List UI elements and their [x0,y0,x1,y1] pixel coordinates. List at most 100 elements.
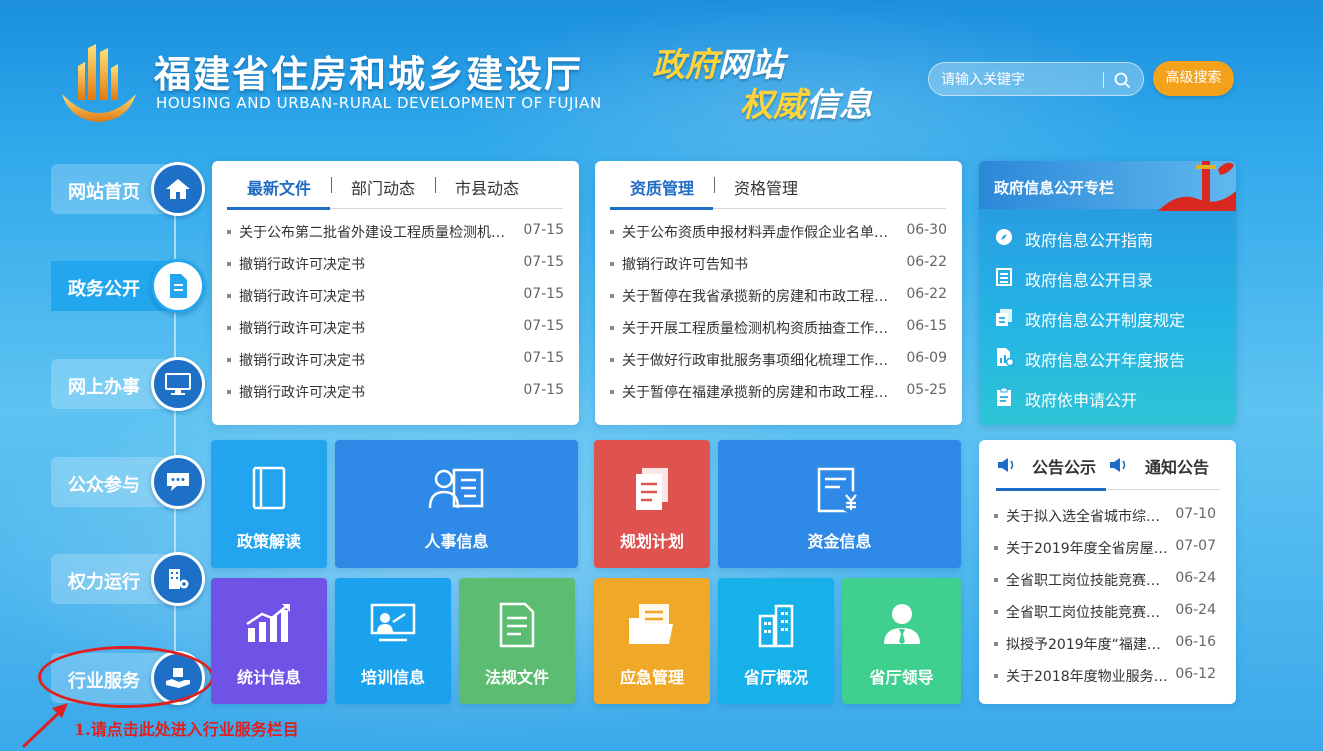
tile-emergency-management[interactable]: 应急管理 [594,578,710,704]
list-item[interactable]: 拟授予2019年度“福建省优秀工程勘察设计奖”名单06-16 [994,629,1219,661]
tile-planning[interactable]: 规划计划 [594,440,710,568]
news-date: 05-25 [906,382,947,398]
bullet [994,642,998,646]
tab-city-county-news[interactable]: 市县动态 [455,175,519,199]
nav-label: 网站首页 [68,182,140,203]
notice-panel: 公告公示 通知公告 关于拟入选全省城市综合管理服务平台名单的公示07-10 关于… [979,440,1236,704]
gov-info-guide-link[interactable]: 政府信息公开指南 [994,217,1224,257]
tile-department-leaders[interactable]: 省厅领导 [842,578,961,704]
nav-label: 公众参与 [68,475,140,496]
gov-info-catalog-link[interactable]: 政府信息公开目录 [994,257,1224,297]
tab-notices[interactable]: 通知公告 [1145,454,1209,478]
news-title: 撤销行政许可决定书 [239,257,365,273]
search-box [928,62,1144,96]
news-date: 07-15 [523,286,564,302]
nav-item-power-operation[interactable]: 权力运行 [51,552,205,606]
list-item[interactable]: 撤销行政许可决定书 07-15 [227,315,564,347]
list-item[interactable]: 关于开展工程质量检测机构资质抽查工作的通知 06-15 [610,315,947,347]
nav-circle [151,455,205,509]
list-item[interactable]: 关于暂停在福建承揽新的房建和市政工程项目的通知 05-25 [610,379,947,411]
search-icon[interactable] [1109,68,1135,92]
tab-separator [331,177,332,193]
yuan-document-icon [817,467,862,513]
list-item[interactable]: 全省职工岗位技能竞赛获奖名单公示06-24 [994,565,1219,597]
tile-statistics[interactable]: 统计信息 [211,578,327,704]
nav-item-government-affairs[interactable]: 政务公开 [51,259,205,313]
bullet [227,390,231,394]
list-item[interactable]: 关于做好行政审批服务事项细化梳理工作的通知 06-09 [610,347,947,379]
list-item[interactable]: 关于公布第二批省外建设工程质量检测机构名单的通知 07-15 [227,219,564,251]
tile-label: 统计信息 [236,668,301,687]
list-item[interactable]: 撤销行政许可告知书 06-22 [610,251,947,283]
nav-item-online-services[interactable]: 网上办事 [51,357,205,411]
list-item[interactable]: 关于拟入选全省城市综合管理服务平台名单的公示07-10 [994,501,1219,533]
tab-certification-management[interactable]: 资格管理 [734,175,798,199]
notice-date: 07-07 [1175,538,1216,554]
gov-info-annual-report-link[interactable]: 政府信息公开年度报告 [994,337,1224,377]
list-item[interactable]: 关于2019年度全省房屋征收工作先进单位的公示07-07 [994,533,1219,565]
bullet [610,390,614,394]
latest-files-list: 关于公布第二批省外建设工程质量检测机构名单的通知 07-15 撤销行政许可决定书 0… [227,219,564,411]
speaker-icon [998,458,1014,472]
bullet [994,578,998,582]
gov-info-regulations-link[interactable]: 政府信息公开制度规定 [994,297,1224,337]
qualification-tabs: 资质管理 资格管理 [610,173,946,210]
list-item[interactable]: 撤销行政许可决定书 07-15 [227,379,564,411]
nav-label: 网上办事 [68,377,140,398]
gov-info-list: 政府信息公开指南 政府信息公开目录 政府信息公开制度规定 政府信息公开年度报告 … [994,217,1224,417]
tile-label: 法规文件 [484,668,549,687]
bullet [610,326,614,330]
search-input[interactable] [941,70,1103,90]
list-item[interactable]: 撤销行政许可决定书 07-15 [227,283,564,315]
bullet [994,674,998,678]
list-item[interactable]: 撤销行政许可决定书 07-15 [227,251,564,283]
leader-icon [883,604,920,644]
tile-fund-info[interactable]: 资金信息 [718,440,961,568]
news-date: 07-15 [523,222,564,238]
tab-latest-files[interactable]: 最新文件 [247,175,311,199]
bullet [610,230,614,234]
hint-text: 1.请点击此处进入行业服务栏目 [74,720,299,739]
list-item[interactable]: 撤销行政许可决定书 07-15 [227,347,564,379]
bullet [610,262,614,266]
tile-personnel-info[interactable]: 人事信息 [335,440,578,568]
tile-policy-interpretation[interactable]: 政策解读 [211,440,327,568]
tile-department-overview[interactable]: 省厅概况 [718,578,834,704]
notice-date: 06-16 [1175,634,1216,650]
tile-training[interactable]: 培训信息 [335,578,451,704]
news-title: 撤销行政许可决定书 [239,321,365,337]
active-tab-underline [227,207,330,210]
report-icon [997,348,1014,367]
bullet [227,262,231,266]
gov-info-label: 政府依申请公开 [1025,391,1138,410]
list-item[interactable]: 关于公布资质申报材料弄虚作假企业名单的通告 06-30 [610,219,947,251]
list-item[interactable]: 关于暂停在我省承揽新的房建和市政工程项目的通知 06-22 [610,283,947,315]
tile-label: 资金信息 [807,532,872,551]
nav-item-public-participation[interactable]: 公众参与 [51,455,205,509]
news-title: 撤销行政许可告知书 [622,257,748,273]
qualification-panel: 资质管理 资格管理 关于公布资质申报材料弄虚作假企业名单的通告 06-30 撤销行… [595,161,962,425]
tab-separator [435,177,436,193]
tab-announcements[interactable]: 公告公示 [1032,454,1096,478]
bullet [610,358,614,362]
gov-info-disclosure-panel: 政府信息公开专栏 政府信息公开指南 政府信息公开目录 政府信息公开制度规定 政府… [979,161,1236,425]
notice-title: 全省职工岗位技能竞赛获奖选手公示 [1006,605,1171,621]
news-title: 撤销行政许可决定书 [239,385,365,401]
nav-circle [151,357,205,411]
tile-regulations[interactable]: 法规文件 [459,578,575,704]
tab-qualification-management[interactable]: 资质管理 [630,175,694,199]
notice-date: 07-10 [1175,506,1216,522]
book-icon [252,466,286,510]
list-item[interactable]: 关于2018年度物业服务企业信用评价结果的公示06-12 [994,661,1219,693]
logo-icon [62,44,136,122]
gov-info-request-link[interactable]: 政府依申请公开 [994,377,1224,417]
advanced-search-button[interactable]: 高级搜索 [1153,61,1234,96]
nav-item-home[interactable]: 网站首页 [51,162,205,216]
buildings-icon [758,604,794,648]
tab-department-news[interactable]: 部门动态 [351,175,415,199]
news-date: 07-15 [523,350,564,366]
news-title: 关于公布资质申报材料弄虚作假企业名单的通告 [622,225,890,241]
nav-circle [151,552,205,606]
list-item[interactable]: 全省职工岗位技能竞赛获奖选手公示06-24 [994,597,1219,629]
gov-info-title: 政府信息公开专栏 [994,179,1115,197]
